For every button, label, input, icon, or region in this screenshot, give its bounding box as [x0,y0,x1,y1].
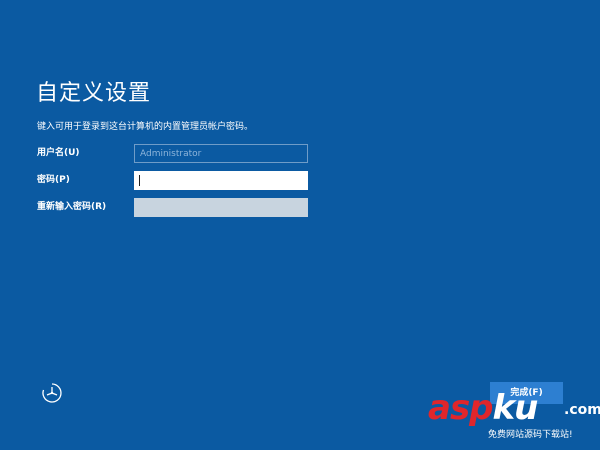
username-row: 用户名(U) [37,144,317,163]
watermark-brand: aspku [428,388,539,428]
page-title: 自定义设置 [36,81,152,106]
confirm-password-field[interactable] [134,198,308,217]
watermark-suffix: .com [564,402,600,418]
confirm-password-row: 重新输入密码(R) [37,198,317,217]
password-row: 密码(P) [37,171,317,190]
username-field[interactable] [134,144,308,163]
watermark-brand-white: ku [492,388,539,428]
password-label: 密码(P) [37,175,70,185]
username-label: 用户名(U) [37,148,80,158]
watermark-brand-red: asp [428,388,494,428]
ease-of-access-icon[interactable] [40,381,64,405]
text-caret [139,175,140,186]
watermark-tagline: 免费网站源码下载站! [488,430,573,440]
password-field[interactable] [134,171,308,190]
setup-screen: 自定义设置 键入可用于登录到这台计算机的内置管理员帐户密码。 用户名(U) 密码… [0,0,600,450]
watermark-logo: aspku .com 免费网站源码下载站! [428,388,600,446]
ease-of-access-glyph [42,383,62,403]
confirm-password-label: 重新输入密码(R) [37,202,107,212]
page-description: 键入可用于登录到这台计算机的内置管理员帐户密码。 [37,122,254,132]
